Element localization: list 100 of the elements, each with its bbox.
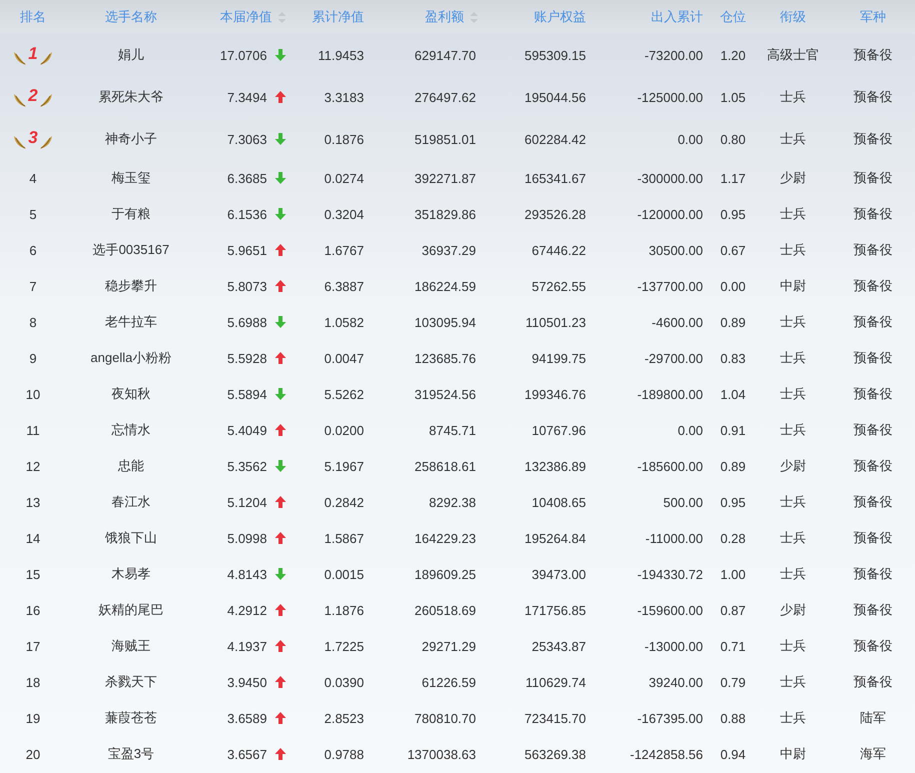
service-branch: 预备役 xyxy=(854,673,892,691)
cash-flow: 30500.00 xyxy=(648,242,703,258)
player-name: 梅玉玺 xyxy=(112,169,150,187)
sort-icon[interactable] xyxy=(278,12,286,22)
profit-amount: 319524.56 xyxy=(414,386,476,402)
rank-title: 少尉 xyxy=(780,169,806,187)
position-ratio: 0.88 xyxy=(720,710,746,726)
cash-flow: 500.00 xyxy=(663,494,703,510)
rank-number: 15 xyxy=(26,566,40,582)
net-value: 6.1536 xyxy=(227,206,267,222)
position-ratio: 0.94 xyxy=(720,746,746,762)
cash-flow: -167395.00 xyxy=(637,710,703,726)
account-equity: 595309.15 xyxy=(524,48,586,62)
rank-number: 6 xyxy=(29,242,37,258)
position-ratio: 0.89 xyxy=(720,458,746,474)
cash-flow: -11000.00 xyxy=(645,530,703,546)
account-equity: 10408.65 xyxy=(532,494,586,510)
service-branch: 预备役 xyxy=(854,88,892,106)
net-value: 5.5928 xyxy=(227,350,267,366)
profit-amount: 8745.71 xyxy=(429,422,476,438)
cumulative-value: 1.0582 xyxy=(324,314,364,330)
position-ratio: 0.80 xyxy=(720,132,746,146)
rank-title: 士兵 xyxy=(780,565,806,583)
account-equity: 110501.23 xyxy=(526,314,586,330)
rank-number: 13 xyxy=(26,494,40,510)
service-branch: 预备役 xyxy=(854,277,892,295)
sort-icon[interactable] xyxy=(470,12,478,22)
column-header[interactable]: 本届净值 xyxy=(220,8,272,26)
cumulative-value: 0.2842 xyxy=(324,494,364,510)
net-value: 3.9450 xyxy=(227,674,267,690)
profit-amount: 260518.69 xyxy=(414,602,476,618)
account-equity: 195264.84 xyxy=(524,530,586,546)
column-header: 仓位 xyxy=(720,8,746,26)
rank-number: 4 xyxy=(29,170,37,186)
cumulative-value: 11.9453 xyxy=(318,48,364,62)
cash-flow: -300000.00 xyxy=(637,170,703,186)
cash-flow: -189800.00 xyxy=(637,386,703,402)
player-name: 稳步攀升 xyxy=(105,277,157,295)
account-equity: 110629.74 xyxy=(526,674,586,690)
position-ratio: 0.28 xyxy=(720,530,746,546)
profit-amount: 276497.62 xyxy=(414,90,476,104)
profit-amount: 123685.76 xyxy=(414,350,476,366)
rank-title: 中尉 xyxy=(780,277,806,295)
service-branch: 预备役 xyxy=(854,46,892,64)
player-name: 夜知秋 xyxy=(112,385,150,403)
position-ratio: 0.00 xyxy=(720,278,746,294)
cash-flow: -4600.00 xyxy=(652,314,703,330)
service-branch: 预备役 xyxy=(854,130,892,148)
cash-flow: -185600.00 xyxy=(637,458,703,474)
rank-title: 士兵 xyxy=(780,709,806,727)
player-name: 娟儿 xyxy=(118,46,144,64)
account-equity: 165341.67 xyxy=(524,170,586,186)
profit-amount: 392271.87 xyxy=(414,170,476,186)
position-ratio: 0.67 xyxy=(720,242,746,258)
net-value: 4.1937 xyxy=(227,638,267,654)
player-name: 累死朱大爷 xyxy=(98,88,164,106)
profit-amount: 629147.70 xyxy=(414,48,476,62)
service-branch: 预备役 xyxy=(854,565,892,583)
account-equity: 94199.75 xyxy=(532,350,586,366)
net-value: 3.6589 xyxy=(227,710,267,726)
service-branch: 预备役 xyxy=(854,241,892,259)
cumulative-value: 0.3204 xyxy=(324,206,364,222)
position-ratio: 1.05 xyxy=(720,90,746,104)
cash-flow: -137700.00 xyxy=(637,278,703,294)
net-value: 4.8143 xyxy=(227,566,267,582)
cash-flow: -194330.72 xyxy=(637,566,703,582)
account-equity: 132386.89 xyxy=(524,458,586,474)
rank-number: 10 xyxy=(26,386,40,402)
column-header: 出入累计 xyxy=(651,8,703,26)
rank-title: 少尉 xyxy=(780,457,806,475)
service-branch: 预备役 xyxy=(854,349,892,367)
rank-number: 18 xyxy=(26,674,40,690)
position-ratio: 1.00 xyxy=(720,566,746,582)
position-ratio: 1.04 xyxy=(720,386,746,402)
net-value: 5.4049 xyxy=(227,422,267,438)
rank-title: 士兵 xyxy=(780,241,806,259)
cash-flow: 0.00 xyxy=(678,132,703,146)
profit-amount: 351829.86 xyxy=(414,206,476,222)
position-ratio: 1.20 xyxy=(720,48,746,62)
profit-amount: 103095.94 xyxy=(414,314,476,330)
player-name: 蒹葭苍苍 xyxy=(105,709,157,727)
profit-amount: 61226.59 xyxy=(422,674,476,690)
service-branch: 陆军 xyxy=(860,709,886,727)
column-header[interactable]: 盈利额 xyxy=(425,8,464,26)
net-value: 5.8073 xyxy=(227,278,267,294)
player-name: 海贼王 xyxy=(112,637,150,655)
player-name: 宝盈3号 xyxy=(108,745,154,763)
rank-title: 少尉 xyxy=(780,601,806,619)
player-name: 神奇小子 xyxy=(105,130,157,148)
service-branch: 预备役 xyxy=(854,457,892,475)
player-name: 饿狼下山 xyxy=(105,529,157,547)
rank-title: 士兵 xyxy=(780,88,806,106)
cash-flow: 39240.00 xyxy=(648,674,703,690)
account-equity: 39473.00 xyxy=(532,566,586,582)
account-equity: 25343.87 xyxy=(532,638,586,654)
cumulative-value: 0.0390 xyxy=(324,674,364,690)
position-ratio: 0.89 xyxy=(720,314,746,330)
account-equity: 199346.76 xyxy=(524,386,586,402)
cumulative-value: 1.1876 xyxy=(324,602,364,618)
cash-flow: -73200.00 xyxy=(644,48,703,62)
